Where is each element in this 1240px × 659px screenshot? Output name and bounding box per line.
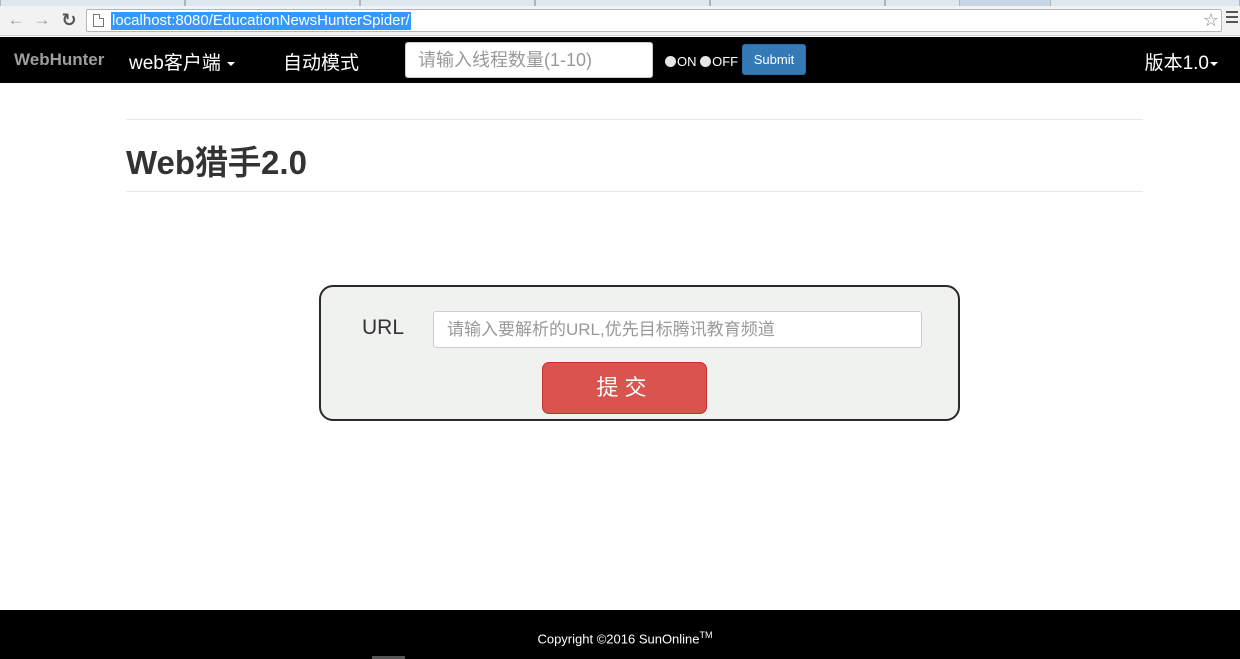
copyright-label: Copyright ©2016 SunOnline	[537, 631, 700, 647]
copyright-text: Copyright ©2016 SunOnlineTM	[0, 630, 1240, 646]
reload-icon[interactable]: ↻	[59, 10, 79, 30]
bookmark-star-icon[interactable]: ☆	[1203, 10, 1219, 31]
page-title: Web猎手2.0	[126, 144, 307, 181]
brand-link[interactable]: WebHunter	[14, 50, 104, 70]
back-arrow-icon[interactable]: ←	[6, 10, 26, 30]
address-bar-url[interactable]: localhost:8080/EducationNewsHunterSpider…	[111, 12, 411, 30]
submit-url-button[interactable]: 提交	[542, 362, 707, 414]
trademark-mark: TM	[699, 630, 713, 640]
version-label: 版本1.0	[1144, 53, 1209, 74]
caret-down-icon	[1210, 61, 1218, 66]
divider	[126, 191, 1143, 192]
on-off-radio-group: ON OFF	[665, 53, 738, 69]
auto-mode-link[interactable]: 自动模式	[283, 48, 359, 75]
page-icon	[93, 14, 104, 27]
caret-down-icon	[226, 61, 235, 66]
radio-off-label: OFF	[712, 54, 739, 70]
url-label: URL	[362, 316, 405, 339]
url-form: URL 提交	[319, 285, 960, 421]
footer: Copyright ©2016 SunOnlineTM	[0, 610, 1240, 659]
radio-on[interactable]: ON	[665, 54, 697, 69]
radio-off[interactable]: OFF	[700, 54, 738, 69]
radio-circle-icon	[665, 55, 676, 67]
thread-count-input[interactable]	[405, 42, 653, 78]
divider	[126, 119, 1143, 120]
address-bar[interactable]: localhost:8080/EducationNewsHunterSpider…	[86, 9, 1222, 32]
radio-on-label: ON	[677, 54, 697, 70]
browser-menu-icon[interactable]	[1226, 11, 1238, 26]
top-navbar: WebHunter web客户端 自动模式 ON OFF Submit 版本1.…	[0, 37, 1240, 83]
version-dropdown[interactable]: 版本1.0	[1145, 48, 1218, 75]
web-client-dropdown[interactable]: web客户端	[129, 48, 235, 75]
url-input[interactable]	[433, 311, 922, 348]
radio-circle-icon	[700, 55, 712, 67]
browser-toolbar: ← → ↻ localhost:8080/EducationNewsHunter…	[0, 6, 1240, 36]
forward-arrow-icon[interactable]: →	[32, 10, 52, 30]
web-client-label: web客户端	[129, 53, 221, 74]
thread-submit-button[interactable]: Submit	[742, 44, 806, 75]
